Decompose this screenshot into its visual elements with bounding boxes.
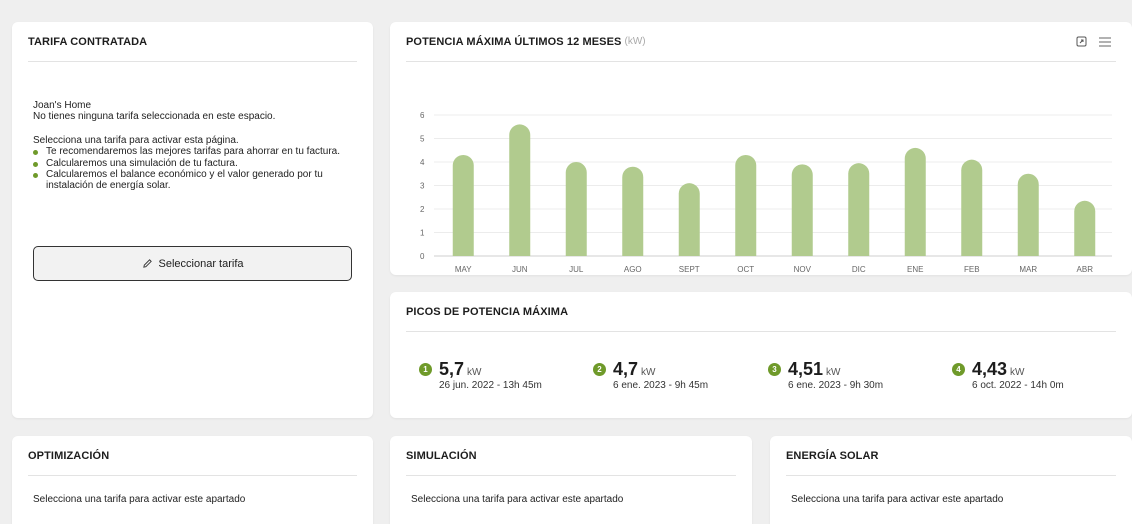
- benefit-item: Calcularemos una simulación de tu factur…: [33, 158, 352, 170]
- picos-card-header: PICOS DE POTENCIA MÁXIMA: [406, 292, 1116, 332]
- optimizacion-card: OPTIMIZACIÓN Selecciona una tarifa para …: [12, 436, 373, 524]
- x-tick-label: DIC: [852, 265, 866, 274]
- pico-unit: kW: [641, 367, 656, 378]
- bar-oct[interactable]: [735, 154, 757, 256]
- bar-jul[interactable]: [565, 162, 587, 256]
- optimizacion-card-header: OPTIMIZACIÓN: [28, 436, 357, 476]
- bar-ene[interactable]: [904, 147, 926, 256]
- x-tick-label: ENE: [907, 265, 923, 274]
- pico-date: 6 ene. 2023 - 9h 45m: [613, 380, 709, 391]
- optimizacion-message: Selecciona una tarifa para activar este …: [33, 494, 246, 505]
- benefit-item: Calcularemos el balance económico y el v…: [33, 169, 352, 191]
- bar-ago[interactable]: [622, 166, 644, 256]
- pico-value: 4,43: [972, 359, 1008, 379]
- chart-card-header: POTENCIA MÁXIMA ÚLTIMOS 12 MESES (kW): [406, 22, 1116, 62]
- bar-may[interactable]: [452, 154, 474, 256]
- select-tarifa-button[interactable]: Seleccionar tarifa: [33, 246, 352, 281]
- x-tick-label: FEB: [964, 265, 980, 274]
- y-tick-label: 6: [420, 111, 425, 120]
- bar-nov[interactable]: [791, 164, 813, 256]
- pico-value: 5,7: [439, 359, 465, 379]
- pico-item: 3 4,51 kW 6 ene. 2023 - 9h 30m: [768, 360, 883, 391]
- pico-unit: kW: [826, 367, 841, 378]
- potencia-chart-card: POTENCIA MÁXIMA ÚLTIMOS 12 MESES (kW) 0 1…: [390, 22, 1132, 275]
- energia-solar-message: Selecciona una tarifa para activar este …: [791, 494, 1004, 505]
- pico-date: 6 oct. 2022 - 14h 0m: [972, 380, 1064, 391]
- energia-solar-card: ENERGÍA SOLAR Selecciona una tarifa para…: [770, 436, 1132, 524]
- pico-item: 4 4,43 kW 6 oct. 2022 - 14h 0m: [952, 360, 1064, 391]
- bar-mar[interactable]: [1017, 173, 1039, 256]
- pico-unit: kW: [467, 367, 482, 378]
- x-tick-label: JUN: [512, 265, 528, 274]
- expand-icon[interactable]: [1074, 35, 1088, 49]
- chart-title: POTENCIA MÁXIMA ÚLTIMOS 12 MESES: [406, 35, 622, 48]
- y-tick-label: 1: [420, 229, 425, 238]
- bar-sept[interactable]: [678, 183, 700, 256]
- select-tarifa-label: Seleccionar tarifa: [158, 257, 244, 270]
- simulacion-card-header: SIMULACIÓN: [406, 436, 736, 476]
- x-tick-label: SEPT: [679, 265, 700, 274]
- x-tick-label: JUL: [569, 265, 584, 274]
- x-tick-label: OCT: [737, 265, 754, 274]
- x-tick-label: ABR: [1077, 265, 1094, 274]
- chart-toolbar: [1074, 35, 1112, 49]
- bar-abr[interactable]: [1074, 200, 1096, 256]
- potencia-bar-chart: 0 1 2 3 4 5 6 MAY JUN JUL AGO SEPT OCT NOV DIC ENE FEB MA…: [420, 111, 1112, 274]
- pico-value: 4,51: [788, 359, 824, 379]
- pico-value: 4,7: [613, 359, 639, 379]
- bar-jun[interactable]: [509, 124, 531, 257]
- x-tick-label: MAR: [1019, 265, 1037, 274]
- y-tick-label: 3: [420, 182, 425, 191]
- energia-solar-title: ENERGÍA SOLAR: [786, 449, 879, 462]
- x-tick-label: MAY: [455, 265, 472, 274]
- pico-unit: kW: [1010, 367, 1025, 378]
- rank-badge: 2: [593, 363, 606, 376]
- bar-feb[interactable]: [961, 159, 983, 256]
- picos-card: PICOS DE POTENCIA MÁXIMA 1 5,7 kW 26 jun.…: [390, 292, 1132, 418]
- simulacion-card: SIMULACIÓN Selecciona una tarifa para ac…: [390, 436, 752, 524]
- energia-solar-card-header: ENERGÍA SOLAR: [786, 436, 1116, 476]
- picos-list: 1 5,7 kW 26 jun. 2022 - 13h 45m 2 4,7 kW 6…: [390, 360, 1132, 394]
- y-tick-label: 5: [420, 135, 425, 144]
- simulacion-message: Selecciona una tarifa para activar este …: [411, 494, 624, 505]
- bar-dic[interactable]: [848, 163, 870, 256]
- tarifa-card: TARIFA CONTRATADA Joan's Home No tienes …: [12, 22, 373, 418]
- tarifa-intro: Selecciona una tarifa para activar esta …: [33, 135, 239, 146]
- rank-badge: 4: [952, 363, 965, 376]
- y-tick-label: 2: [420, 205, 425, 214]
- x-tick-label: AGO: [624, 265, 642, 274]
- optimizacion-title: OPTIMIZACIÓN: [28, 449, 110, 462]
- pico-item: 2 4,7 kW 6 ene. 2023 - 9h 45m: [593, 360, 708, 391]
- tarifa-card-header: TARIFA CONTRATADA: [28, 22, 357, 62]
- menu-icon[interactable]: [1098, 35, 1112, 49]
- rank-badge: 1: [419, 363, 432, 376]
- y-tick-label: 0: [420, 252, 425, 261]
- tarifa-card-title: TARIFA CONTRATADA: [28, 35, 148, 48]
- home-name: Joan's Home: [33, 100, 92, 111]
- pico-date: 26 jun. 2022 - 13h 45m: [439, 380, 542, 391]
- picos-card-title: PICOS DE POTENCIA MÁXIMA: [406, 305, 569, 318]
- y-tick-label: 4: [420, 158, 425, 167]
- tarifa-card-body: Joan's Home No tienes ninguna tarifa sel…: [12, 100, 373, 191]
- chart-unit: (kW): [624, 36, 646, 47]
- pico-item: 1 5,7 kW 26 jun. 2022 - 13h 45m: [419, 360, 542, 391]
- x-tick-label: NOV: [794, 265, 812, 274]
- benefits-list: Te recomendaremos las mejores tarifas pa…: [33, 146, 352, 191]
- rank-badge: 3: [768, 363, 781, 376]
- benefit-item: Te recomendaremos las mejores tarifas pa…: [33, 146, 352, 158]
- pencil-icon: [142, 258, 153, 269]
- simulacion-title: SIMULACIÓN: [406, 449, 477, 462]
- pico-date: 6 ene. 2023 - 9h 30m: [788, 380, 884, 391]
- no-tarifa-message: No tienes ninguna tarifa seleccionada en…: [33, 111, 276, 122]
